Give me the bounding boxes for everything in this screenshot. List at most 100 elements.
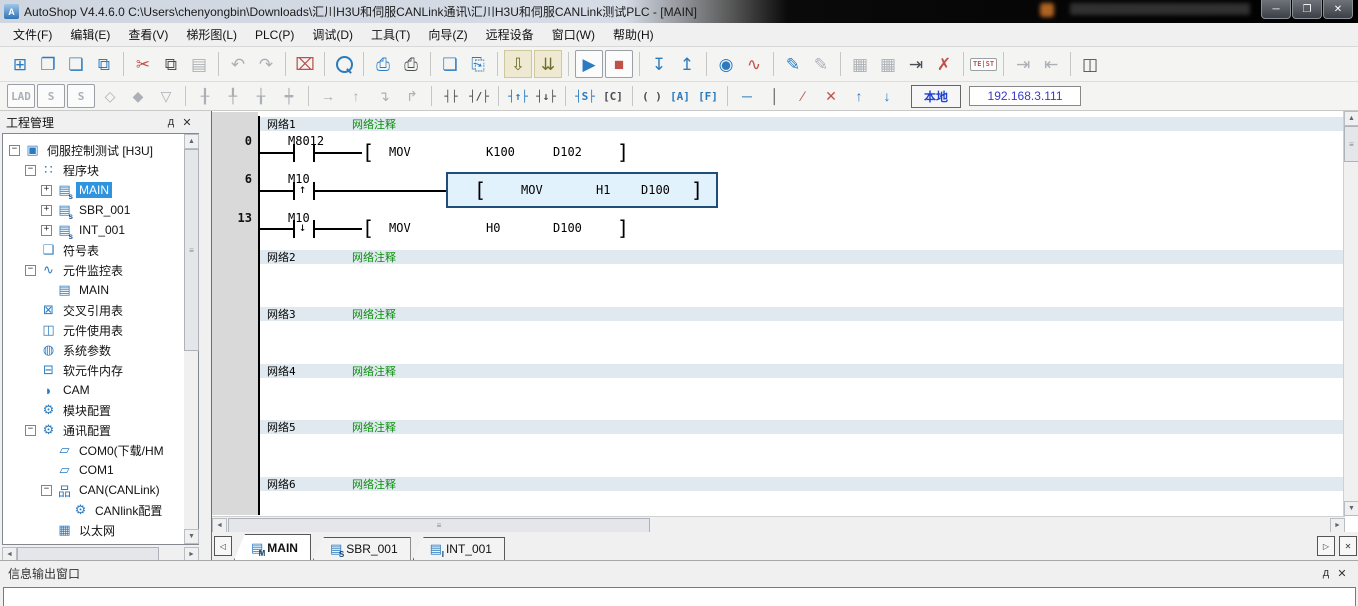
- no-contact-button[interactable]: ┤├: [438, 85, 464, 107]
- undo-button[interactable]: ↶: [225, 51, 251, 77]
- tree-expander-icon[interactable]: +: [41, 204, 52, 216]
- tab-scroll-right-button[interactable]: ▷: [1317, 536, 1335, 556]
- restore-button[interactable]: ❐: [1292, 0, 1322, 19]
- tree-item-通讯配置[interactable]: − ⚙ 通讯配置: [3, 420, 198, 440]
- tree-expander-icon[interactable]: −: [25, 424, 36, 436]
- menu-item-7[interactable]: 向导(Z): [419, 22, 476, 47]
- write-edit-button[interactable]: ✎: [780, 51, 806, 77]
- network-header-1[interactable]: 网络1 网络注释: [260, 117, 1345, 131]
- memory-view-button[interactable]: ◫: [1077, 51, 1103, 77]
- tree-expander-icon[interactable]: +: [41, 224, 52, 236]
- out-coil-button[interactable]: ( ): [639, 85, 665, 107]
- contact-icon[interactable]: [293, 220, 295, 238]
- tree-item-INT_001[interactable]: + ▤ s INT_001: [3, 220, 198, 241]
- instruction-op[interactable]: MOV: [389, 221, 411, 235]
- nc-contact-button[interactable]: ┤/├: [466, 85, 492, 107]
- tab-scroll-left-button[interactable]: ◁: [214, 536, 232, 556]
- tree-item-程序块[interactable]: − ∷ 程序块: [3, 160, 198, 180]
- close-icon[interactable]: ✕: [179, 116, 195, 129]
- v-line-button[interactable]: │: [762, 85, 788, 107]
- run-button[interactable]: ▶: [575, 50, 603, 78]
- read-edit-button[interactable]: ✎: [808, 51, 834, 77]
- cascade-windows-button[interactable]: ❏: [437, 51, 463, 77]
- delete-network-button[interactable]: ✗: [931, 51, 957, 77]
- tree-item-元件监控表[interactable]: − ∿ 元件监控表: [3, 260, 198, 280]
- upload-button[interactable]: ↥: [674, 51, 700, 77]
- network-header-3[interactable]: 网络3 网络注释: [260, 307, 1345, 321]
- print-button[interactable]: ⎙: [398, 51, 424, 77]
- tree-item-软元件内存[interactable]: ⊟ 软元件内存: [3, 360, 198, 380]
- step-out-button[interactable]: ⇤: [1038, 51, 1064, 77]
- instruction-operand[interactable]: D102: [553, 145, 582, 159]
- editor-hscrollbar[interactable]: ◄ ≡ ►: [212, 516, 1345, 533]
- menu-item-9[interactable]: 窗口(W): [543, 22, 604, 47]
- tree-item-系统参数[interactable]: ◍ 系统参数: [3, 340, 198, 360]
- branch-down-button[interactable]: ◆: [125, 85, 151, 107]
- tree-item-SBR_001[interactable]: + ▤ s SBR_001: [3, 200, 198, 221]
- tree-item-元件使用表[interactable]: ◫ 元件使用表: [3, 320, 198, 340]
- new-file-button[interactable]: ⊞: [7, 51, 33, 77]
- test-button[interactable]: TE|ST: [970, 51, 998, 77]
- arrow-up-button[interactable]: ↑: [343, 85, 369, 107]
- tree-item-MAIN[interactable]: + ▤ s MAIN: [3, 180, 198, 201]
- network-header-6[interactable]: 网络6 网络注释: [260, 477, 1345, 491]
- tree-item-交叉引用表[interactable]: ⊠ 交叉引用表: [3, 300, 198, 320]
- branch-open-button[interactable]: ◇: [97, 85, 123, 107]
- line-down-button[interactable]: ↓: [874, 85, 900, 107]
- network-comment[interactable]: 网络注释: [352, 116, 396, 132]
- tree-item-以太网[interactable]: ▦ 以太网: [3, 520, 198, 540]
- tree-item-CANlink配置[interactable]: ⚙ CANlink配置: [3, 500, 198, 520]
- delete-cross-button[interactable]: ✕: [818, 85, 844, 107]
- tree-item-MAIN[interactable]: ▤ MAIN: [3, 280, 198, 300]
- edit-cell-4-button[interactable]: ┿: [276, 85, 302, 107]
- delete-line-button[interactable]: ∕: [790, 85, 816, 107]
- tree-hscrollbar[interactable]: ◄ ►: [2, 547, 199, 561]
- stl-step-button[interactable]: S: [67, 84, 95, 108]
- network-header-5[interactable]: 网络5 网络注释: [260, 420, 1345, 434]
- edit-cell-2-button[interactable]: ╀: [220, 85, 246, 107]
- menu-item-4[interactable]: PLC(P): [246, 24, 303, 46]
- tree-expander-icon[interactable]: −: [9, 144, 20, 156]
- corner-up-button[interactable]: ↱: [399, 85, 425, 107]
- paste-button[interactable]: ▤: [186, 51, 212, 77]
- oscilloscope-button[interactable]: ∿: [741, 51, 767, 77]
- monitor-button[interactable]: ◉: [713, 51, 739, 77]
- tree-expander-icon[interactable]: −: [25, 164, 36, 176]
- network-comment[interactable]: 网络注释: [352, 363, 396, 379]
- pin-icon[interactable]: д: [163, 116, 179, 128]
- arrow-right-button[interactable]: →: [315, 85, 341, 107]
- step-into-button[interactable]: ⇥: [1010, 51, 1036, 77]
- counter-coil-button[interactable]: [C]: [600, 85, 626, 107]
- network-header-4[interactable]: 网络4 网络注释: [260, 364, 1345, 378]
- falling-contact-button[interactable]: ┤↓├: [533, 85, 559, 107]
- instruction-op[interactable]: MOV: [521, 183, 543, 197]
- export-window-button[interactable]: ⎘: [465, 51, 491, 77]
- line-up-button[interactable]: ↑: [846, 85, 872, 107]
- insert-network-button[interactable]: ⇥: [903, 51, 929, 77]
- edit-cell-1-button[interactable]: ╂: [192, 85, 218, 107]
- delete-button[interactable]: ⌧: [292, 51, 318, 77]
- download-button[interactable]: ↧: [646, 51, 672, 77]
- tree-expander-icon[interactable]: +: [41, 184, 52, 196]
- redo-button[interactable]: ↷: [253, 51, 279, 77]
- editor-vscrollbar[interactable]: ▲ ≡ ▼: [1343, 111, 1358, 516]
- tree-item-CAN(CANLink)[interactable]: − 品 CAN(CANLink): [3, 480, 198, 500]
- set-coil-button[interactable]: ┤S├: [572, 85, 598, 107]
- menu-item-2[interactable]: 查看(V): [119, 22, 177, 47]
- menu-item-8[interactable]: 远程设备: [477, 22, 543, 47]
- cut-button[interactable]: ✂: [130, 51, 156, 77]
- stop-button[interactable]: ■: [605, 50, 633, 78]
- print-preview-button[interactable]: ⎙: [370, 51, 396, 77]
- close-button[interactable]: ✕: [1323, 0, 1353, 19]
- tree-item-CAM[interactable]: ◗ CAM: [3, 380, 198, 400]
- menu-item-1[interactable]: 编辑(E): [61, 22, 119, 47]
- corner-down-button[interactable]: ↴: [371, 85, 397, 107]
- instruction-operand[interactable]: D100: [553, 221, 582, 235]
- menu-item-6[interactable]: 工具(T): [362, 22, 419, 47]
- ip-address-field[interactable]: 192.168.3.111: [969, 86, 1082, 106]
- instruction-operand[interactable]: D100: [641, 183, 670, 197]
- network-comment[interactable]: 网络注释: [352, 249, 396, 265]
- compile-all-button[interactable]: ⇊: [534, 50, 562, 78]
- tree-item-COM1[interactable]: ▱ COM1: [3, 460, 198, 480]
- search-button[interactable]: [331, 51, 357, 77]
